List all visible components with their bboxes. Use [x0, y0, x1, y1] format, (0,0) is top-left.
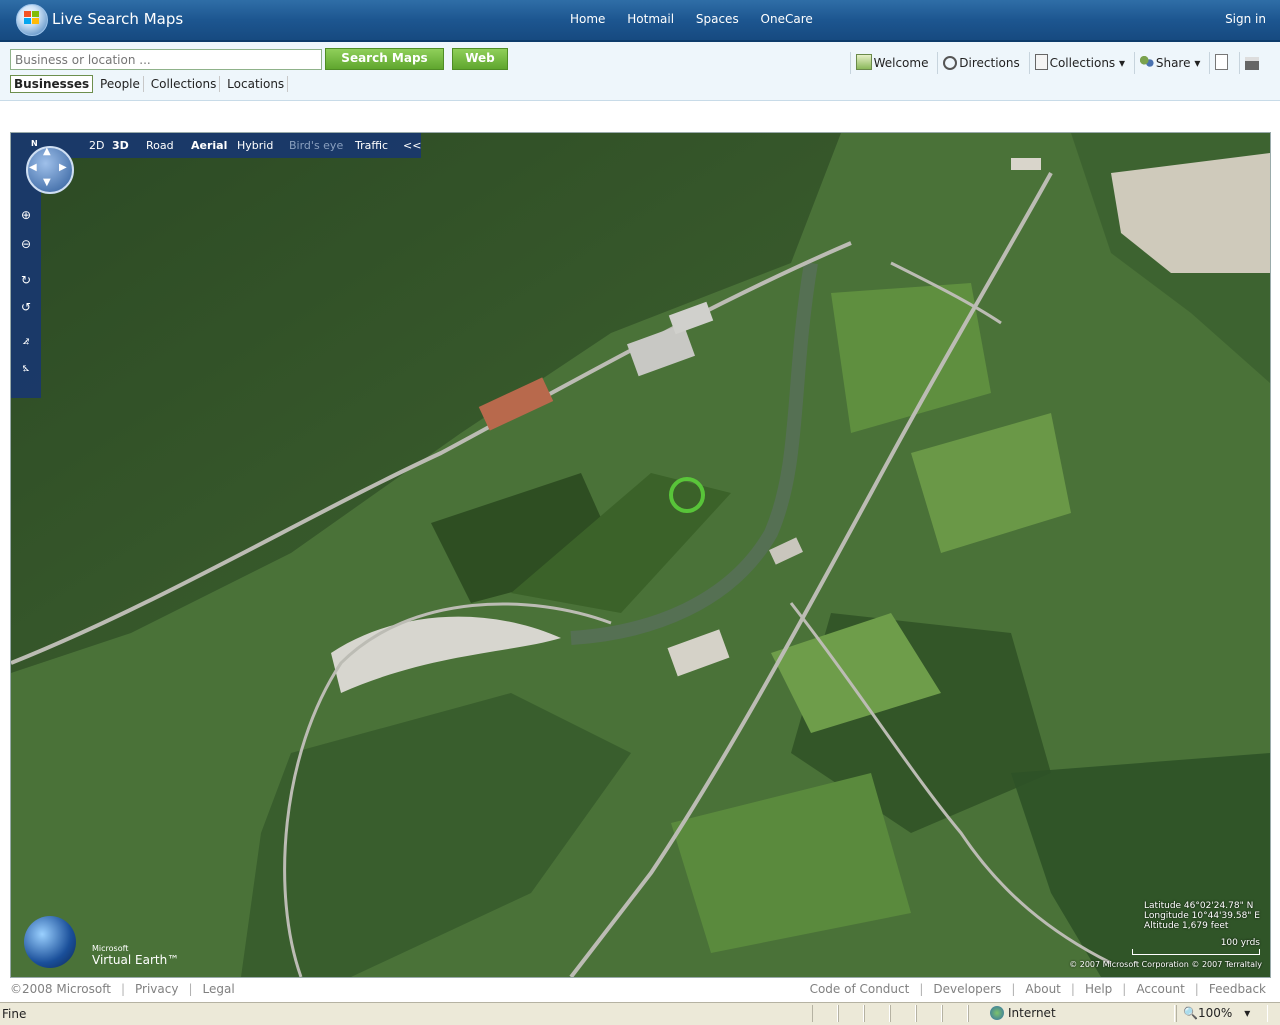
tilt-down-icon[interactable]: ⦩: [19, 360, 33, 374]
top-navigation: Home Hotmail Spaces OneCare: [570, 12, 831, 26]
top-bar: Live Search Maps Home Hotmail Spaces One…: [0, 0, 1280, 42]
footer-separator: |: [188, 982, 193, 996]
nav-onecare-link[interactable]: OneCare: [761, 12, 813, 26]
collapse-bar-button[interactable]: <<: [403, 139, 421, 152]
footer-help-link[interactable]: Help: [1085, 982, 1112, 996]
tab-collections[interactable]: Collections: [148, 76, 221, 92]
nav-hotmail-link[interactable]: Hotmail: [627, 12, 674, 26]
status-text: Fine: [2, 1007, 27, 1021]
view-2d-button[interactable]: 2D: [89, 139, 104, 152]
people-icon: [1139, 56, 1154, 70]
tilt-up-icon[interactable]: ⦨: [19, 333, 33, 347]
footer-account-link[interactable]: Account: [1136, 982, 1184, 996]
page-footer: ©2008 Microsoft | Privacy | Legal Code of Co…: [10, 982, 1266, 996]
footer-privacy-link[interactable]: Privacy: [135, 982, 178, 996]
west-arrow-icon: ◀: [29, 162, 37, 173]
browser-status-bar: Fine Internet 🔍100% ▾: [0, 1002, 1280, 1025]
north-arrow-icon: ▲: [43, 146, 51, 157]
search-type-tabs: Businesses People Collections Locations: [10, 75, 289, 93]
security-zone: Internet: [990, 1006, 1056, 1020]
style-hybrid-button[interactable]: Hybrid: [237, 139, 273, 152]
style-road-button[interactable]: Road: [146, 139, 174, 152]
search-maps-button[interactable]: Search Maps: [325, 48, 444, 70]
scale-bar: 100 yrds: [1130, 938, 1260, 955]
virtual-earth-logo-text: Virtual Earth™: [92, 953, 180, 967]
footer-copyright: ©2008 Microsoft: [10, 982, 111, 996]
style-aerial-button[interactable]: Aerial: [191, 139, 227, 152]
zoom-level-control[interactable]: 🔍100% ▾: [1183, 1006, 1250, 1020]
directions-button[interactable]: Directions: [937, 52, 1024, 74]
welcome-button[interactable]: Welcome: [849, 52, 934, 74]
north-label: N: [31, 139, 38, 148]
aerial-map[interactable]: 2D 3D Road Aerial Hybrid Bird's eye Traf…: [10, 132, 1271, 978]
chevron-down-icon: ▾: [1115, 56, 1126, 70]
nav-home-link[interactable]: Home: [570, 12, 605, 26]
map-view-bar: 2D 3D Road Aerial Hybrid Bird's eye Traf…: [11, 133, 421, 158]
south-arrow-icon: ▼: [43, 177, 51, 188]
edit-button[interactable]: [1209, 52, 1235, 74]
app-title[interactable]: Live Search Maps: [52, 10, 183, 28]
tab-people[interactable]: People: [97, 76, 144, 92]
search-area: Search Maps Web Businesses People Collec…: [0, 42, 1280, 101]
footer-about-link[interactable]: About: [1025, 982, 1060, 996]
coordinates-readout: Latitude 46°02'24.78" N Longitude 10°44'…: [1144, 901, 1260, 931]
windows-flag-icon: [24, 11, 39, 25]
traffic-button[interactable]: Traffic: [355, 139, 388, 152]
welcome-icon: [855, 54, 872, 70]
footer-separator: |: [120, 982, 126, 996]
rotate-clockwise-icon[interactable]: ↻: [19, 273, 33, 287]
view-3d-button[interactable]: 3D: [112, 139, 129, 152]
nav-spaces-link[interactable]: Spaces: [696, 12, 739, 26]
printer-icon: [1245, 57, 1259, 70]
sign-in-link[interactable]: Sign in: [1225, 12, 1266, 26]
tab-locations[interactable]: Locations: [224, 76, 289, 92]
search-input[interactable]: [10, 49, 322, 70]
zoom-out-icon[interactable]: ⊖: [19, 237, 33, 251]
steering-wheel-icon: [943, 56, 958, 70]
birds-eye-button[interactable]: Bird's eye: [289, 139, 343, 152]
web-search-button[interactable]: Web: [452, 48, 508, 70]
print-button[interactable]: [1239, 52, 1266, 74]
footer-code-of-conduct-link[interactable]: Code of Conduct: [810, 982, 910, 996]
navigation-controls: ⊕ ⊖ ↻ ↺ ⦨ ⦩: [11, 158, 41, 398]
magnifier-icon: 🔍: [1183, 1006, 1198, 1020]
tab-businesses[interactable]: Businesses: [10, 75, 94, 93]
share-button[interactable]: Share ▾: [1133, 52, 1205, 74]
collections-button[interactable]: Collections ▾: [1028, 52, 1130, 74]
collections-icon: [1034, 54, 1048, 70]
compass-navigation-icon[interactable]: ▲ ▼ ◀ ▶: [26, 146, 74, 194]
aerial-imagery[interactable]: [11, 133, 1270, 977]
chevron-down-icon: ▾: [1190, 56, 1201, 70]
footer-feedback-link[interactable]: Feedback: [1209, 982, 1266, 996]
zoom-in-icon[interactable]: ⊕: [19, 208, 33, 222]
map-toolbar: Welcome Directions Collections ▾ Share ▾: [849, 52, 1266, 74]
rotate-counterclockwise-icon[interactable]: ↺: [19, 300, 33, 314]
east-arrow-icon: ▶: [59, 162, 67, 173]
microsoft-label: Microsoft: [92, 944, 129, 953]
internet-globe-icon: [990, 1006, 1004, 1020]
chevron-down-icon: ▾: [1244, 1006, 1251, 1020]
map-copyright: © 2007 Microsoft Corporation © 2007 Terr…: [1069, 960, 1262, 969]
footer-legal-link[interactable]: Legal: [203, 982, 235, 996]
edit-icon: [1215, 54, 1229, 70]
scale-line: [1132, 949, 1260, 955]
footer-developers-link[interactable]: Developers: [933, 982, 1001, 996]
virtual-earth-globe-icon: [24, 916, 76, 968]
